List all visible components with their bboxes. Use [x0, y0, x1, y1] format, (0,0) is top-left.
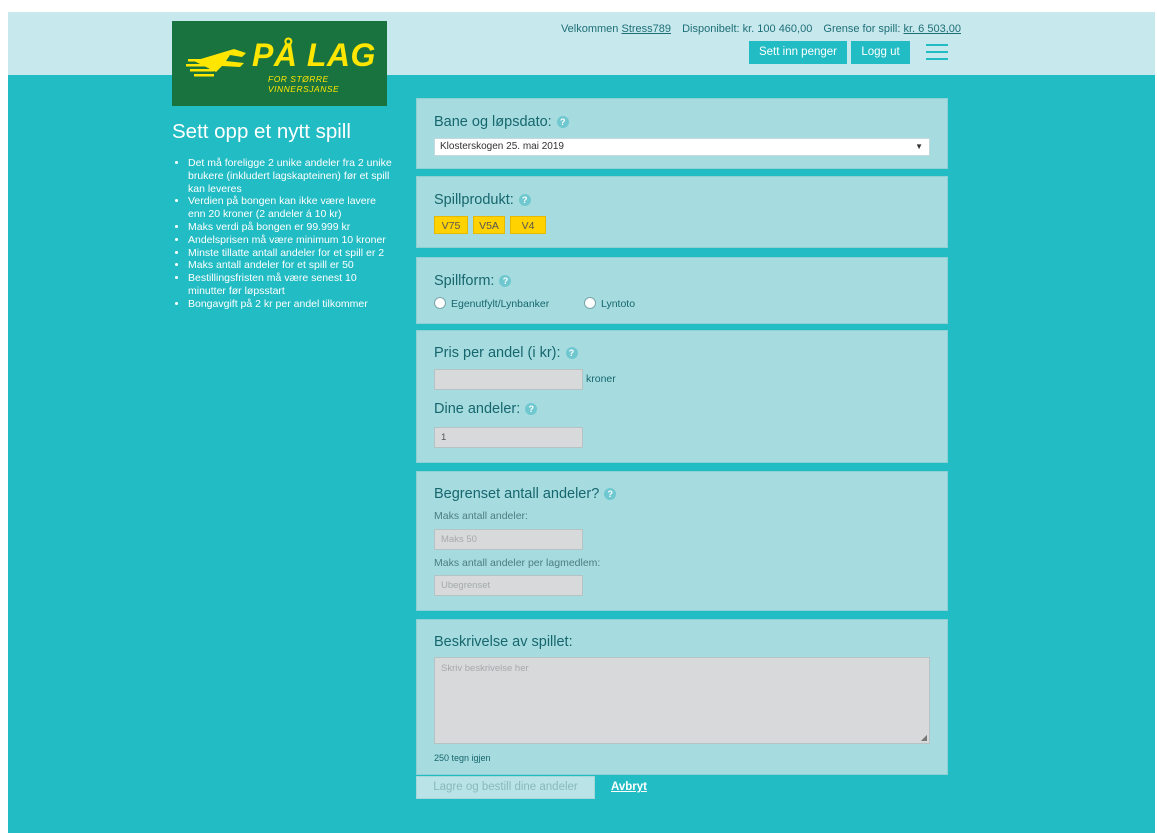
- radio-circle[interactable]: [434, 297, 446, 309]
- race-label: Bane og løpsdato:?: [434, 114, 569, 130]
- description-placeholder: Skriv beskrivelse her: [441, 663, 529, 674]
- rule-item: Det må foreligge 2 unike andeler fra 2 u…: [188, 157, 392, 195]
- deposit-button[interactable]: Sett inn penger: [749, 41, 847, 64]
- product-label: Spillprodukt:?: [434, 192, 531, 208]
- available-balance: Disponibelt: kr. 100 460,00: [682, 23, 813, 35]
- help-icon[interactable]: ?: [565, 347, 578, 359]
- limit-label-text: Begrenset antall andeler?: [434, 486, 600, 502]
- radio-lyntoto[interactable]: Lyntoto: [584, 297, 635, 310]
- shares-input[interactable]: 1: [434, 427, 583, 448]
- rules-sidebar: Sett opp et nytt spill Det må foreligge …: [172, 120, 392, 311]
- help-icon[interactable]: ?: [499, 275, 512, 287]
- char-counter: 250 tegn igjen: [434, 753, 491, 763]
- product-option-v5a[interactable]: V5A: [473, 216, 505, 234]
- cancel-link[interactable]: Avbryt: [611, 781, 647, 793]
- product-panel: Spillprodukt:? V75 V5A V4: [416, 176, 948, 248]
- rule-item: Minste tillatte antall andeler for et sp…: [188, 247, 392, 260]
- race-select-value: Klosterskogen 25. mai 2019: [440, 141, 564, 152]
- max-shares-label: Maks antall andeler:: [434, 510, 528, 522]
- race-select[interactable]: Klosterskogen 25. mai 2019 ▼: [434, 138, 930, 156]
- hamburger-menu-icon[interactable]: [926, 44, 948, 62]
- max-shares-input[interactable]: Maks 50: [434, 529, 583, 550]
- form-type-label: Spillform:?: [434, 273, 512, 289]
- radio-egenutfylt-label: Egenutfylt/Lynbanker: [451, 298, 550, 310]
- shares-label: Dine andeler:?: [434, 401, 538, 417]
- radio-lyntoto-label: Lyntoto: [601, 298, 636, 310]
- rule-item: Maks antall andeler for et spill er 50: [188, 259, 392, 272]
- description-label: Beskrivelse av spillet:: [434, 634, 573, 650]
- dropdown-caret-icon: ▼: [915, 142, 923, 151]
- race-label-text: Bane og løpsdato:: [434, 114, 552, 130]
- logout-button[interactable]: Logg ut: [851, 41, 910, 64]
- price-label: Pris per andel (i kr):?: [434, 345, 578, 361]
- save-and-order-button[interactable]: Lagre og bestill dine andeler: [416, 776, 595, 799]
- product-option-v75[interactable]: V75: [434, 216, 468, 234]
- horse-logo-icon: [186, 49, 246, 77]
- help-icon[interactable]: ?: [518, 194, 531, 206]
- help-icon[interactable]: ?: [556, 116, 569, 128]
- radio-circle[interactable]: [584, 297, 596, 309]
- page-title: Sett opp et nytt spill: [172, 120, 351, 143]
- welcome-text: Velkommen: [560, 23, 619, 35]
- rule-item: Verdien på bongen kan ikke være lavere e…: [188, 195, 392, 221]
- logo-tagline: FOR STØRRE VINNERSJANSE: [268, 74, 340, 94]
- product-option-v4[interactable]: V4: [510, 216, 546, 234]
- description-panel: Beskrivelse av spillet: Skriv beskrivels…: [416, 619, 948, 775]
- form-type-label-text: Spillform:: [434, 273, 495, 289]
- help-icon[interactable]: ?: [525, 403, 538, 415]
- resize-grip-icon[interactable]: ◢: [921, 733, 927, 742]
- race-panel: Bane og løpsdato:? Klosterskogen 25. mai…: [416, 98, 948, 169]
- rules-list: Det må foreligge 2 unike andeler fra 2 u…: [172, 157, 392, 311]
- shares-label-text: Dine andeler:: [434, 401, 521, 417]
- description-textarea[interactable]: Skriv beskrivelse her ◢: [434, 657, 930, 744]
- limit-label: Grense for spill:: [823, 23, 901, 35]
- help-icon[interactable]: ?: [604, 488, 617, 500]
- rule-item: Andelsprisen må være minimum 10 kroner: [188, 234, 392, 247]
- price-panel: Pris per andel (i kr):? kroner Dine ande…: [416, 330, 948, 463]
- rule-item: Bongavgift på 2 kr per andel tilkommer: [188, 298, 392, 311]
- rule-item: Maks verdi på bongen er 99.999 kr: [188, 221, 392, 234]
- radio-egenutfylt[interactable]: Egenutfylt/Lynbanker: [434, 297, 549, 310]
- per-member-label: Maks antall andeler per lagmedlem:: [434, 557, 601, 569]
- limit-panel: Begrenset antall andeler?? Maks antall a…: [416, 471, 948, 611]
- per-member-input[interactable]: Ubegrenset: [434, 575, 583, 596]
- username-link[interactable]: Stress789: [621, 23, 671, 35]
- form-type-panel: Spillform:? Egenutfylt/Lynbanker Lyntoto: [416, 257, 948, 324]
- logo-brand-text: PÅ LAG: [252, 37, 376, 73]
- limit-value-link[interactable]: kr. 6 503,00: [904, 23, 962, 35]
- rule-item: Bestillingsfristen må være senest 10 min…: [188, 272, 392, 298]
- pa-lag-logo[interactable]: PÅ LAG FOR STØRRE VINNERSJANSE: [172, 21, 387, 106]
- price-input[interactable]: [434, 369, 583, 390]
- price-label-text: Pris per andel (i kr):: [434, 345, 561, 361]
- user-info-bar: Velkommen Stress789 Disponibelt: kr. 100…: [561, 23, 961, 35]
- price-unit: kroner: [586, 373, 616, 385]
- limit-label: Begrenset antall andeler??: [434, 486, 617, 502]
- product-label-text: Spillprodukt:: [434, 192, 514, 208]
